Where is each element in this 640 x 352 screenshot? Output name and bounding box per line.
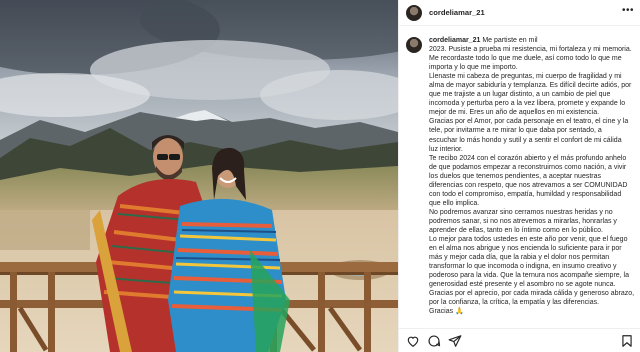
post-header: cordeliamar_21 ••• bbox=[399, 0, 640, 26]
caption-username[interactable]: cordeliamar_21 bbox=[429, 37, 480, 44]
more-horizontal-icon[interactable]: ••• bbox=[622, 6, 634, 16]
caption-line: los duelos que tenemos pendientes, a ace… bbox=[429, 172, 602, 180]
caption-line: por la confianza, la crítica, la empatía… bbox=[429, 299, 600, 307]
share-icon[interactable] bbox=[448, 334, 462, 348]
caption-line: poderoso para la vida. Que la ternura no… bbox=[429, 272, 630, 280]
caption-line: que ello implica. bbox=[429, 199, 480, 207]
caption-line: escuchar lo más hondo y sutil y a sentir… bbox=[429, 136, 622, 144]
caption-line: mejor de mi. Eres un año de aquellos en … bbox=[429, 109, 600, 117]
caption-line: podremos sanar, si no nos atrevemos a mi… bbox=[429, 217, 617, 225]
post-panel: cordeliamar_21 ••• cordeliamar_21 Me par… bbox=[398, 0, 640, 352]
caption-line: generosidad esté presente y el asombro n… bbox=[429, 281, 616, 289]
caption-line: luz interior. bbox=[429, 145, 463, 153]
post-photo[interactable] bbox=[0, 0, 398, 352]
caption-line: Me recordaste todo lo que me duele, así … bbox=[429, 55, 622, 63]
header-username[interactable]: cordeliamar_21 bbox=[429, 8, 485, 17]
caption-line: aprender de ellas, tanto en lo íntimo co… bbox=[429, 226, 603, 234]
bookmark-icon[interactable] bbox=[620, 334, 634, 348]
caption-line: Me partiste en mil bbox=[482, 37, 538, 44]
caption-line: alma de mayor sabiduría y templanza. Es … bbox=[429, 82, 632, 90]
caption-body: cordeliamar_21 Me partiste en mil 2023. … bbox=[429, 36, 635, 316]
caption-line: diferencias con respeto, que nos atrevam… bbox=[429, 181, 628, 189]
comment-icon[interactable] bbox=[427, 334, 441, 348]
caption-line: con todo el compromiso, empatía, humilda… bbox=[429, 190, 622, 198]
caption-line: de que podamos empezar a reconstruirnos … bbox=[429, 163, 627, 171]
caption-line: Gracias por el aprecio, por cada mirada … bbox=[429, 290, 635, 298]
caption-line: incomoda y perturba pero a la vez libera… bbox=[429, 100, 626, 108]
caption-line: Gracias 🙏 bbox=[429, 308, 464, 316]
heart-icon[interactable] bbox=[406, 334, 420, 348]
caption-line: importa y lo que me importo. bbox=[429, 64, 518, 72]
caption-line: Te recibo 2024 con el corazón abierto y … bbox=[429, 154, 627, 162]
caption-line: más y mejor cada día, que la rabia y el … bbox=[429, 254, 610, 262]
caption-line: tele, por invitarme a re mirar lo que da… bbox=[429, 127, 602, 135]
caption-line: en el alma nos abrigue y nos encienda lo… bbox=[429, 245, 622, 253]
caption-line: Llenaste mi cabeza de preguntas, mi cuer… bbox=[429, 73, 622, 81]
avatar[interactable] bbox=[406, 4, 422, 21]
caption-line: que me trajiste a un lugar distinto, a u… bbox=[429, 91, 611, 99]
caption-line: Lo mejor para todos ustedes en este año … bbox=[429, 236, 628, 244]
caption-line: transformar lo que incomoda o indigna, e… bbox=[429, 263, 617, 271]
caption-line: No podremos avanzar sino cerramos nuestr… bbox=[429, 208, 613, 216]
action-bar bbox=[399, 328, 640, 352]
caption: cordeliamar_21 Me partiste en mil 2023. … bbox=[406, 36, 636, 316]
photo-illustration bbox=[0, 0, 398, 352]
caption-line: 2023. Pusiste a prueba mi resistencia, m… bbox=[429, 46, 632, 54]
caption-avatar[interactable] bbox=[406, 37, 422, 53]
caption-line: Gracias por el Amor, por cada personaje … bbox=[429, 118, 629, 126]
